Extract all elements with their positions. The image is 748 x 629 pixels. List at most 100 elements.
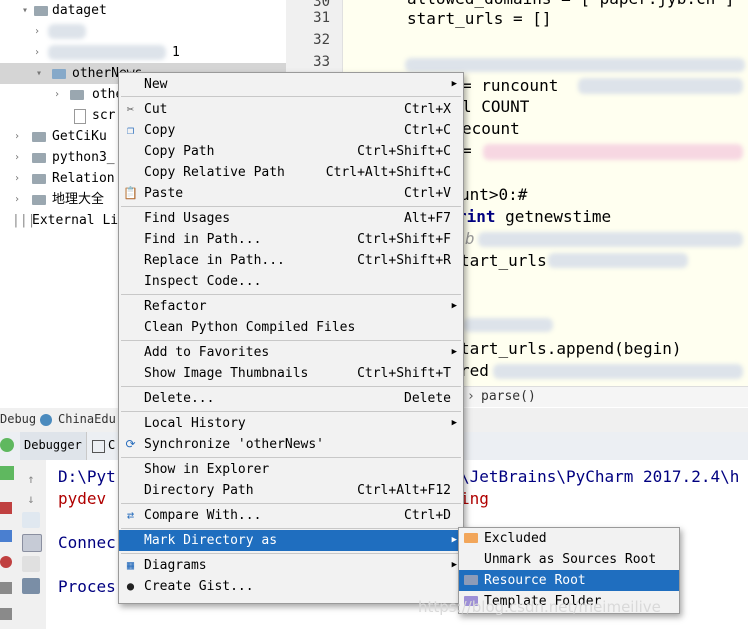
settings-icon[interactable] <box>0 582 12 594</box>
submenu-arrow-icon: ▶ <box>451 301 457 311</box>
submenu-arrow-icon: ▶ <box>451 347 457 357</box>
menu-separator <box>121 386 461 387</box>
code-line: tart_urls.append(begin) <box>460 339 682 358</box>
menu-item-inspect-code[interactable]: Inspect Code... <box>119 271 463 292</box>
submenu-item-unmark-sources-root[interactable]: Unmark as Sources Root <box>459 549 679 570</box>
menu-separator <box>121 96 461 97</box>
menu-separator <box>121 294 461 295</box>
submenu-item-excluded[interactable]: Excluded <box>459 528 679 549</box>
debug-label[interactable]: Debug <box>0 412 36 426</box>
menu-item-show-thumbnails[interactable]: Show Image Thumbnails Ctrl+Shift+T <box>119 363 463 384</box>
blurred-region <box>405 58 745 72</box>
menu-item-copy[interactable]: ❐ Copy Ctrl+C <box>119 120 463 141</box>
code-line: ecount <box>462 119 520 138</box>
folder-icon <box>32 195 46 205</box>
step-icon[interactable] <box>0 530 12 542</box>
blurred-region <box>493 364 743 379</box>
menu-item-diagrams[interactable]: ▦ Diagrams ▶ <box>119 555 463 576</box>
line-number: 33 <box>313 54 330 70</box>
menu-item-show-in-explorer[interactable]: Show in Explorer <box>119 459 463 480</box>
menu-item-refactor[interactable]: Refactor ▶ <box>119 296 463 317</box>
blurred-region <box>478 232 743 247</box>
code-line: allowed_domains = ["paper.jyb.cn"] <box>407 0 735 8</box>
breadcrumb-item[interactable]: parse() <box>481 389 536 404</box>
menu-item-synchronize[interactable]: ⟳ Synchronize 'otherNews' <box>119 434 463 455</box>
menu-item-delete[interactable]: Delete... Delete <box>119 388 463 409</box>
chevron-right-icon[interactable]: › <box>32 42 42 63</box>
console-line: pydev <box>58 489 107 508</box>
menu-separator <box>121 528 461 529</box>
chevron-down-icon[interactable]: ▾ <box>20 0 30 21</box>
breakpoint-icon[interactable] <box>0 556 12 568</box>
blurred-region <box>548 253 688 268</box>
submenu-arrow-icon: ▶ <box>451 535 457 545</box>
menu-item-find-in-path[interactable]: Find in Path... Ctrl+Shift+F <box>119 229 463 250</box>
code-line: rint getnewstime <box>457 207 612 226</box>
wrap-icon[interactable] <box>22 512 40 528</box>
scroll-to-end-icon[interactable] <box>22 534 42 552</box>
menu-item-add-to-favorites[interactable]: Add to Favorites ▶ <box>119 342 463 363</box>
menu-item-new[interactable]: New ▶ <box>119 74 463 95</box>
trash-icon[interactable] <box>22 578 40 594</box>
submenu-item-resource-root[interactable]: Resource Root <box>459 570 679 591</box>
tab-console[interactable]: C <box>108 438 115 452</box>
menu-separator <box>121 457 461 458</box>
menu-item-paste[interactable]: 📋 Paste Ctrl+V <box>119 183 463 204</box>
bug-icon[interactable] <box>0 438 14 452</box>
line-number: 32 <box>313 32 330 48</box>
chevron-right-icon[interactable]: › <box>12 189 22 210</box>
tab-debugger[interactable]: Debugger <box>20 432 87 460</box>
code-line: tart_urls <box>460 251 547 270</box>
print-icon[interactable] <box>22 556 40 572</box>
python-file-icon <box>74 109 86 124</box>
resume-icon[interactable] <box>0 466 14 480</box>
blurred-region <box>483 144 743 160</box>
arrow-down-icon[interactable]: ↓ <box>22 492 40 508</box>
menu-item-find-usages[interactable]: Find Usages Alt+F7 <box>119 208 463 229</box>
chevron-down-icon[interactable]: ▾ <box>34 63 44 84</box>
watermark: https://blog.csdn.net/meimeilive <box>418 598 661 616</box>
menu-item-local-history[interactable]: Local History ▶ <box>119 413 463 434</box>
console-icon <box>92 440 105 453</box>
blurred-region <box>463 318 553 332</box>
copy-icon: ❐ <box>126 123 135 137</box>
folder-icon <box>32 174 46 184</box>
console-line: \JetBrains\PyCharm 2017.2.4\h <box>460 467 740 486</box>
code-line: unt>0:# <box>460 185 528 204</box>
code-line: start_urls = [] <box>407 9 552 28</box>
tree-item-dataget[interactable]: ▾ dataget <box>0 0 290 21</box>
menu-separator <box>121 206 461 207</box>
menu-item-copy-path[interactable]: Copy Path Ctrl+Shift+C <box>119 141 463 162</box>
menu-item-copy-relative-path[interactable]: Copy Relative Path Ctrl+Alt+Shift+C <box>119 162 463 183</box>
chevron-right-icon[interactable]: › <box>12 147 22 168</box>
python-icon <box>40 414 52 426</box>
menu-item-mark-directory-as[interactable]: Mark Directory as ▶ <box>119 530 463 551</box>
menu-item-clean-compiled[interactable]: Clean Python Compiled Files <box>119 317 463 338</box>
arrow-up-icon[interactable]: ↑ <box>22 472 40 488</box>
line-number: 31 <box>313 10 330 26</box>
code-line: l COUNT <box>462 97 530 116</box>
code-line: red <box>460 361 489 380</box>
stop-icon[interactable] <box>0 502 12 514</box>
chevron-right-icon[interactable]: › <box>12 168 22 189</box>
run-config-label[interactable]: ChinaEdu <box>58 412 116 426</box>
menu-separator <box>121 411 461 412</box>
menu-item-directory-path[interactable]: Directory Path Ctrl+Alt+F12 <box>119 480 463 501</box>
menu-item-cut[interactable]: ✂ Cut Ctrl+X <box>119 99 463 120</box>
chevron-right-icon[interactable]: › <box>12 126 22 147</box>
chevron-right-icon[interactable]: › <box>32 21 42 42</box>
blurred-region <box>48 24 86 39</box>
tree-item-blurred-2[interactable]: › 1 <box>0 42 290 63</box>
tree-item-blurred[interactable]: › <box>0 21 290 42</box>
menu-item-create-gist[interactable]: ● Create Gist... <box>119 576 463 597</box>
clipboard-icon: 📋 <box>123 186 138 200</box>
console-line: Connec <box>58 533 116 552</box>
blurred-region <box>48 45 166 60</box>
submenu-arrow-icon: ▶ <box>451 560 457 570</box>
folder-icon <box>32 132 46 142</box>
menu-item-compare-with[interactable]: ⇄ Compare With... Ctrl+D <box>119 505 463 526</box>
pin-icon[interactable] <box>0 608 12 620</box>
chevron-right-icon[interactable]: › <box>52 84 62 105</box>
scissors-icon: ✂ <box>126 102 135 116</box>
menu-item-replace-in-path[interactable]: Replace in Path... Ctrl+Shift+R <box>119 250 463 271</box>
